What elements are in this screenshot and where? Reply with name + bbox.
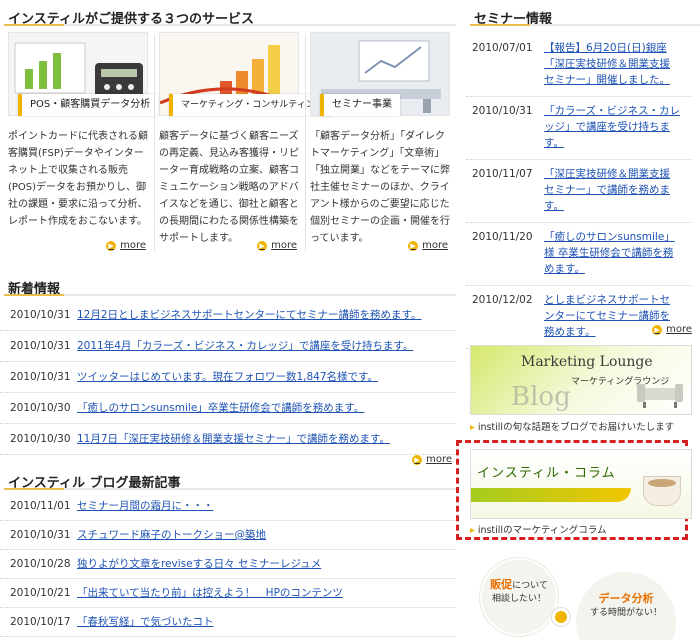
news-link[interactable]: 「癒しのサロンsunsmile」卒業生研修会で講師を務めます。 — [77, 402, 364, 414]
chevron-right-icon: ▶ — [257, 240, 268, 251]
chevron-right-icon: ▶ — [106, 240, 117, 251]
list-item: 2010/10/21 「出来ていて当たり前」は控えよう！ HPのコンテンツ — [0, 579, 456, 608]
list-item: 2010/10/31 2011年4月「カラーズ・ビジネス・カレッジ」で講座を受け持… — [0, 331, 456, 362]
blog-link[interactable]: 「春秋写経」で気づいたコト — [77, 616, 214, 628]
blog-link[interactable]: 「出来ていて当たり前」は控えよう！ HPのコンテンツ — [77, 587, 343, 599]
blog-heading: インスティル ブログ最新記事 — [0, 464, 456, 492]
sofa-icon — [637, 384, 683, 408]
services-grid: POS・顧客購買データ分析 ポイントカードに代表される顧客購買(FSP)データや… — [4, 32, 456, 257]
list-item: 2010/07/01 【報告】6月20日(日)銀座「深圧実技研修＆開業支援セミナー… — [466, 34, 692, 97]
service-pos-desc: ポイントカードに代表される顧客購買(FSP)データやインターネット上で収集される… — [8, 131, 148, 227]
chevron-right-icon: ▶ — [408, 240, 419, 251]
list-item: 2010/10/31 ツイッターはじめています。現在フォロワー数1,847名様です… — [0, 362, 456, 393]
banner-caption: ▸ instillのマーケティングコラム — [470, 525, 607, 536]
news-link[interactable]: 11月7日「深圧実技研修＆開業支援セミナー」で講師を務めます。 — [77, 433, 390, 445]
seminar-list: 2010/07/01 【報告】6月20日(日)銀座「深圧実技研修＆開業支援セミナー… — [466, 34, 692, 349]
list-item: 2010/10/30 11月7日「深圧実技研修＆開業支援セミナー」で講師を務めます… — [0, 424, 456, 455]
list-item: 2010/10/30 「癒しのサロンsunsmile」卒業生研修会で講師を務めます… — [0, 393, 456, 424]
marketing-lounge-banner[interactable]: Blog Marketing Lounge マーケティングラウンジ — [470, 345, 692, 415]
consultation-banner[interactable]: 販促について 相談したい！ データ分析 する時間がない！ — [472, 552, 698, 640]
list-item: 2010/10/31 スチュワード麻子のトークショー@築地 — [0, 521, 456, 550]
chevron-right-icon: ▶ — [412, 454, 423, 465]
list-item: 2010/12/02 としまビジネスサポートセンターにてセミナー講師を務めます。 — [466, 286, 692, 349]
blog-list: 2010/11/01 セミナー月間の霜月に・・・ 2010/10/31 スチュワード… — [0, 492, 456, 637]
list-item: 2010/10/17 「春秋写経」で気づいたコト — [0, 608, 456, 637]
list-item: 2010/11/01 セミナー月間の霜月に・・・ — [0, 492, 456, 521]
seminar-link[interactable]: 「癒しのサロンsunsmile」様 卒業生研修会で講師を務めます。 — [544, 229, 680, 277]
news-heading: 新着情報 — [0, 270, 456, 298]
service-consulting-desc: 顧客データに基づく顧客ニーズの再定義、見込み客獲得・リピーター育成戦略の立案、顧… — [159, 131, 299, 244]
seminar-more-link[interactable]: ▶ more — [652, 324, 692, 335]
bubble-sales-promotion: 販促について 相談したい！ — [480, 558, 558, 636]
blog-link[interactable]: スチュワード麻子のトークショー@築地 — [77, 529, 266, 541]
chevron-right-icon: ▶ — [652, 324, 663, 335]
banner-stripe — [471, 488, 631, 502]
service-consulting: マーケティング・コンサルティング 顧客データに基づく顧客ニーズの再定義、見込み客… — [155, 32, 332, 257]
blog-link[interactable]: 独りよがり文章をreviseする日々 セミナーレジュメ — [77, 558, 321, 570]
seminar-heading: セミナー情報 — [466, 0, 700, 28]
column-banner[interactable]: インスティル・コラム — [470, 449, 692, 519]
list-item: 2010/11/20 「癒しのサロンsunsmile」様 卒業生研修会で講師を務め… — [466, 223, 692, 286]
news-link[interactable]: 12月2日としまビジネスサポートセンターにてセミナー講師を務めます。 — [77, 309, 422, 321]
connector-dot-icon — [552, 608, 570, 626]
seminar-link[interactable]: 「深圧実技研修＆開業支援セミナー」で講師を務めます。 — [544, 166, 680, 214]
list-item: 2010/11/07 「深圧実技研修＆開業支援セミナー」で講師を務めます。 — [466, 160, 692, 223]
blog-link[interactable]: セミナー月間の霜月に・・・ — [77, 500, 214, 512]
service-seminar-more-link[interactable]: ▶ more — [408, 240, 448, 251]
services-heading: インスティルがご提供する３つのサービス — [0, 0, 456, 28]
bubble-data-analysis: データ分析 する時間がない！ — [576, 572, 676, 640]
service-seminar-label[interactable]: セミナー事業 — [320, 94, 400, 116]
service-pos: POS・顧客購買データ分析 ポイントカードに代表される顧客購買(FSP)データや… — [4, 32, 159, 257]
service-consulting-more-link[interactable]: ▶ more — [257, 240, 297, 251]
list-item: 2010/10/31 「カラーズ・ビジネス・カレッジ」で講座を受け持ちます。 — [466, 97, 692, 160]
service-pos-more-link[interactable]: ▶ more — [106, 240, 146, 251]
main-column: インスティルがご提供する３つのサービス POS・顧客購買データ分析 ポイントカー… — [0, 0, 456, 637]
list-item: 2010/10/31 12月2日としまビジネスサポートセンターにてセミナー講師を務… — [0, 300, 456, 331]
list-item: 2010/10/28 独りよがり文章をreviseする日々 セミナーレジュメ — [0, 550, 456, 579]
news-link[interactable]: 2011年4月「カラーズ・ビジネス・カレッジ」で講座を受け持ちます。 — [77, 340, 413, 352]
banner-title: インスティル・コラム — [477, 466, 616, 481]
service-seminar-desc: 「顧客データ分析」「ダイレクトマーケティング」「文章術」「独立開業」などをテーマ… — [310, 131, 450, 244]
seminar-link[interactable]: 「カラーズ・ビジネス・カレッジ」で講座を受け持ちます。 — [544, 103, 680, 151]
banner-title: Marketing Lounge — [521, 354, 653, 370]
seminar-link[interactable]: 【報告】6月20日(日)銀座「深圧実技研修＆開業支援セミナー」開催しました。 — [544, 40, 680, 88]
news-list: 2010/10/31 12月2日としまビジネスサポートセンターにてセミナー講師を務… — [0, 300, 456, 455]
service-pos-label[interactable]: POS・顧客購買データ分析 — [18, 94, 159, 116]
banner-caption: ▸ instillの旬な話題をブログでお届けいたします — [470, 422, 675, 433]
arrow-icon: ▸ — [470, 525, 475, 536]
news-link[interactable]: ツイッターはじめています。現在フォロワー数1,847名様です。 — [77, 371, 378, 383]
coffee-cup-icon — [643, 476, 681, 506]
service-seminar: セミナー事業 「顧客データ分析」「ダイレクトマーケティング」「文章術」「独立開業… — [306, 32, 454, 257]
banner-blog-text: Blog — [511, 382, 571, 412]
arrow-icon: ▸ — [470, 422, 475, 433]
